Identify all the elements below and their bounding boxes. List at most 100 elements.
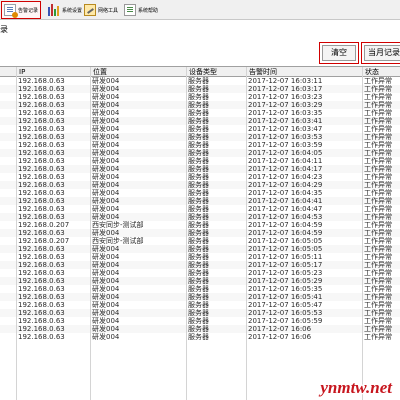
row-selector[interactable] (0, 205, 16, 213)
table-row[interactable]: 192.168.0.63 研发004 服务器 2017-12-07 16:06 工作异常 (0, 333, 400, 341)
table-row[interactable]: 192.168.0.63 研发004 服务器 2017-12-07 16:04:53 工… (0, 213, 400, 221)
row-selector[interactable] (0, 141, 16, 149)
table-row[interactable]: 192.168.0.63 研发004 服务器 2017-12-07 16:05:11 工… (0, 253, 400, 261)
row-selector[interactable] (0, 109, 16, 117)
cell-ip: 192.168.0.63 (18, 325, 65, 333)
cell-ip: 192.168.0.63 (18, 205, 65, 213)
row-selector[interactable] (0, 165, 16, 173)
cell-location: 研发004 (92, 277, 120, 285)
cell-device-type: 服务器 (188, 237, 209, 245)
table-row[interactable]: 192.168.0.63 研发004 服务器 2017-12-07 16:05:23 工… (0, 269, 400, 277)
row-selector[interactable] (0, 237, 16, 245)
table-row[interactable]: 192.168.0.63 研发004 服务器 2017-12-07 16:03:23 工… (0, 93, 400, 101)
toolbar-system-settings-button[interactable]: 系统设置 (46, 1, 84, 19)
row-selector[interactable] (0, 85, 16, 93)
table-row[interactable]: 192.168.0.63 研发004 服务器 2017-12-07 16:05:35 工… (0, 285, 400, 293)
table-row[interactable]: 192.168.0.63 研发004 服务器 2017-12-07 16:05:17 工… (0, 261, 400, 269)
cell-alarm-time: 2017-12-07 16:06 (248, 325, 312, 333)
row-selector[interactable] (0, 253, 16, 261)
table-row[interactable]: 192.168.0.63 研发004 服务器 2017-12-07 16:05:59 工… (0, 317, 400, 325)
cell-device-type: 服务器 (188, 333, 209, 341)
toolbar-alarm-record-label: 告警记录 (18, 7, 39, 14)
column-header-ip[interactable]: IP (16, 67, 90, 77)
table-row[interactable]: 192.168.0.63 研发004 服务器 2017-12-07 16:04:17 工… (0, 165, 400, 173)
table-row[interactable]: 192.168.0.63 研发004 服务器 2017-12-07 16:03:59 工… (0, 141, 400, 149)
table-row[interactable]: 192.168.0.63 研发004 服务器 2017-12-07 16:04:41 工… (0, 197, 400, 205)
cell-location: 研发004 (92, 269, 120, 277)
toolbar-alarm-record-button[interactable]: 告警记录 (1, 1, 42, 19)
table-row[interactable]: 192.168.0.63 研发004 服务器 2017-12-07 16:05:41 工… (0, 293, 400, 301)
table-row[interactable]: 192.168.0.63 研发004 服务器 2017-12-07 16:04:11 工… (0, 157, 400, 165)
column-header-device-type[interactable]: 设备类型 (186, 67, 246, 77)
row-selector[interactable] (0, 197, 16, 205)
row-selector[interactable] (0, 285, 16, 293)
table-row[interactable]: 192.168.0.207 西安同步-测试部 服务器 2017-12-07 16:04… (0, 221, 400, 229)
row-selector[interactable] (0, 301, 16, 309)
row-selector[interactable] (0, 173, 16, 181)
row-selector[interactable] (0, 317, 16, 325)
column-header-location[interactable]: 位置 (90, 67, 186, 77)
row-selector[interactable] (0, 101, 16, 109)
row-selector[interactable] (0, 333, 16, 341)
table-row[interactable]: 192.168.0.63 研发004 服务器 2017-12-07 16:05:47 工… (0, 301, 400, 309)
row-selector[interactable] (0, 93, 16, 101)
row-selector[interactable] (0, 277, 16, 285)
cell-ip: 192.168.0.63 (18, 189, 65, 197)
row-selector[interactable] (0, 125, 16, 133)
cell-status: 工作异常 (364, 285, 392, 293)
row-selector[interactable] (0, 293, 16, 301)
row-selector[interactable] (0, 229, 16, 237)
row-selector[interactable] (0, 245, 16, 253)
cell-alarm-time: 2017-12-07 16:03:41 (248, 117, 323, 125)
row-selector[interactable] (0, 221, 16, 229)
row-selector[interactable] (0, 149, 16, 157)
row-selector[interactable] (0, 213, 16, 221)
cell-device-type: 服务器 (188, 149, 209, 157)
cell-device-type: 服务器 (188, 181, 209, 189)
row-selector[interactable] (0, 309, 16, 317)
toolbar-network-tools-button[interactable]: 网络工具 (82, 1, 120, 19)
cell-device-type: 服务器 (188, 165, 209, 173)
row-selector[interactable] (0, 157, 16, 165)
row-selector[interactable] (0, 325, 16, 333)
table-row[interactable]: 192.168.0.63 研发004 服务器 2017-12-07 16:04:35 工… (0, 189, 400, 197)
cell-device-type: 服务器 (188, 133, 209, 141)
row-selector[interactable] (0, 261, 16, 269)
row-selector[interactable] (0, 77, 16, 85)
table-row[interactable]: 192.168.0.63 研发004 服务器 2017-12-07 16:04:29 工… (0, 181, 400, 189)
table-row[interactable]: 192.168.0.63 研发004 服务器 2017-12-07 16:03:11 工… (0, 77, 400, 85)
cell-device-type: 服务器 (188, 109, 209, 117)
row-selector[interactable] (0, 269, 16, 277)
column-header-alarm-time[interactable]: 告警时间 (246, 67, 362, 77)
table-row[interactable]: 192.168.0.63 研发004 服务器 2017-12-07 16:03:53 工… (0, 133, 400, 141)
row-selector[interactable] (0, 181, 16, 189)
table-row[interactable]: 192.168.0.63 研发004 服务器 2017-12-07 16:04:23 工… (0, 173, 400, 181)
cell-location: 研发004 (92, 325, 120, 333)
cell-ip: 192.168.0.63 (18, 229, 65, 237)
table-row[interactable]: 192.168.0.63 研发004 服务器 2017-12-07 16:03:17 工… (0, 85, 400, 93)
table-row[interactable]: 192.168.0.63 研发004 服务器 2017-12-07 16:05:05 工… (0, 245, 400, 253)
clear-button[interactable]: 清空 (319, 42, 359, 64)
table-row[interactable]: 192.168.0.63 研发004 服务器 2017-12-07 16:06 工作异常 (0, 325, 400, 333)
table-row[interactable]: 192.168.0.63 研发004 服务器 2017-12-07 16:03:29 工… (0, 101, 400, 109)
table-row[interactable]: 192.168.0.63 研发004 服务器 2017-12-07 16:03:41 工… (0, 117, 400, 125)
row-selector[interactable] (0, 189, 16, 197)
cell-alarm-time: 2017-12-07 16:04:59 (248, 229, 323, 237)
table-row[interactable]: 192.168.0.63 研发004 服务器 2017-12-07 16:05:29 工… (0, 277, 400, 285)
table-row[interactable]: 192.168.0.63 研发004 服务器 2017-12-07 16:04:47 工… (0, 205, 400, 213)
table-row[interactable]: 192.168.0.63 研发004 服务器 2017-12-07 16:04:05 工… (0, 149, 400, 157)
row-selector[interactable] (0, 133, 16, 141)
toolbar-system-help-button[interactable]: 系统帮助 (122, 1, 160, 19)
cell-device-type: 服务器 (188, 85, 209, 93)
current-month-records-button[interactable]: 当月记录 (361, 42, 400, 64)
table-row[interactable]: 192.168.0.207 西安同步-测试部 服务器 2017-12-07 16:05… (0, 237, 400, 245)
table-row[interactable]: 192.168.0.63 研发004 服务器 2017-12-07 16:04:59 工… (0, 229, 400, 237)
column-header-status[interactable]: 状态 (362, 67, 400, 77)
cell-status: 工作异常 (364, 245, 392, 253)
row-selector[interactable] (0, 117, 16, 125)
site-watermark: ynmtw.net (317, 377, 394, 399)
cell-ip: 192.168.0.63 (18, 85, 65, 93)
table-row[interactable]: 192.168.0.63 研发004 服务器 2017-12-07 16:03:47 工… (0, 125, 400, 133)
table-row[interactable]: 192.168.0.63 研发004 服务器 2017-12-07 16:05:53 工… (0, 309, 400, 317)
table-row[interactable]: 192.168.0.63 研发004 服务器 2017-12-07 16:03:35 工… (0, 109, 400, 117)
